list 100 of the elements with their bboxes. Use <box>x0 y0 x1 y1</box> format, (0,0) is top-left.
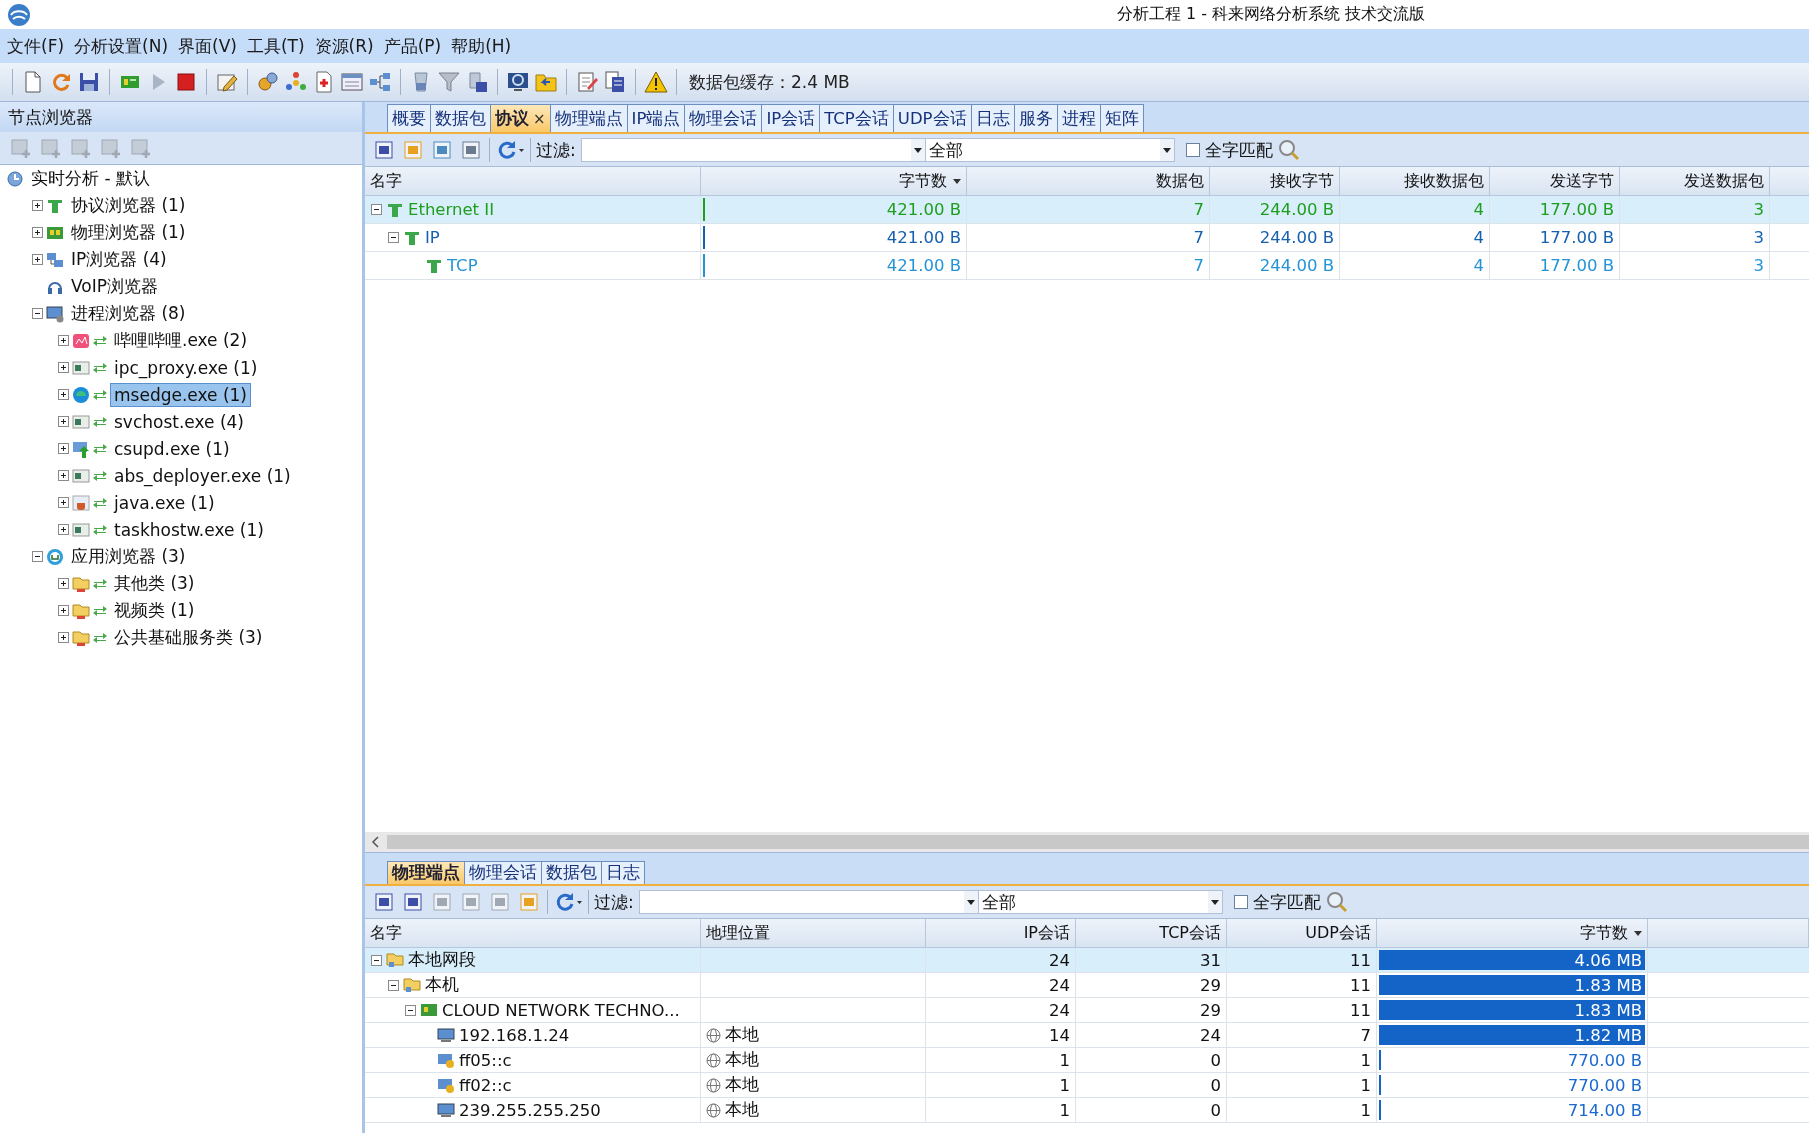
tree-item[interactable]: 公共基础服务类 (3) <box>110 624 267 651</box>
expand-icon[interactable] <box>58 416 69 427</box>
expand-icon[interactable] <box>58 389 69 400</box>
checkbox-label[interactable]: 全字匹配 <box>1204 138 1273 162</box>
table-row[interactable]: 239.255.255.250 本地 1 0 1 714.00 B <box>365 1098 1809 1123</box>
tab[interactable]: IP会话 <box>761 104 821 132</box>
scope-dropdown[interactable]: 全部 <box>924 138 1175 162</box>
tree-item[interactable]: IP浏览器 (4) <box>67 246 171 273</box>
table-row[interactable]: IP 421.00 B 7 244.00 B 4 177.00 B 3 <box>365 224 1809 252</box>
checkbox[interactable] <box>1233 895 1248 909</box>
tab[interactable]: IP端点 <box>626 104 686 132</box>
notepad-icon[interactable] <box>575 70 599 94</box>
tree-item[interactable]: 视频类 (1) <box>110 597 199 624</box>
collapse-icon[interactable] <box>371 954 382 966</box>
expand-icon[interactable] <box>58 470 69 481</box>
tree-item[interactable]: 哔哩哔哩.exe (2) <box>110 327 252 354</box>
tab[interactable]: 矩阵 <box>1099 104 1144 132</box>
tab[interactable]: 数据包 <box>430 104 491 132</box>
tab[interactable]: 日志 <box>601 861 645 884</box>
table-row[interactable]: 本地网段 24 31 11 4.06 MB <box>365 948 1809 973</box>
expand-icon[interactable] <box>58 443 69 454</box>
dropdown-icon[interactable] <box>1210 899 1219 905</box>
collapse-icon[interactable] <box>32 308 43 319</box>
window-icon[interactable] <box>340 70 364 94</box>
tab[interactable]: 物理会话 <box>684 104 763 132</box>
search-icon[interactable] <box>1325 891 1348 913</box>
documents-icon[interactable] <box>603 70 627 94</box>
tree-item[interactable]: csupd.exe (1) <box>110 436 234 461</box>
column-header[interactable]: 名字 <box>365 167 701 195</box>
column-header[interactable]: 发送数据包 <box>1620 167 1770 195</box>
tree-item[interactable]: abs_deployer.exe (1) <box>110 463 295 488</box>
checkbox-label[interactable]: 全字匹配 <box>1252 890 1321 914</box>
tab[interactable]: 协议 × <box>490 104 551 132</box>
scroll-left-icon[interactable] <box>371 836 379 848</box>
tab[interactable]: 服务 <box>1013 104 1058 132</box>
column-header[interactable]: 字节数 <box>1377 919 1648 947</box>
tab[interactable]: 进程 <box>1056 104 1101 132</box>
filter-field[interactable] <box>638 890 979 914</box>
dropdown-icon[interactable] <box>966 899 975 905</box>
menu-item[interactable]: 界面(V) <box>173 30 242 62</box>
column-header[interactable]: 字节数 <box>701 167 967 195</box>
expand-icon[interactable] <box>32 227 43 238</box>
column-header[interactable]: TCP会话 <box>1076 919 1227 947</box>
column-header[interactable]: IP会话 <box>926 919 1076 947</box>
expand-icon[interactable] <box>32 254 43 265</box>
column-header[interactable]: 名字 <box>365 919 701 947</box>
checkbox[interactable] <box>1185 143 1200 157</box>
tree-item[interactable]: svchost.exe (4) <box>110 409 248 434</box>
tab[interactable]: 数据包 <box>541 861 602 884</box>
collapse-icon[interactable] <box>371 204 382 215</box>
table-row[interactable]: ff02::c 本地 1 0 1 770.00 B <box>365 1073 1809 1098</box>
tree-item[interactable]: VoIP浏览器 <box>67 273 162 300</box>
menu-item[interactable]: 工具(T) <box>241 30 310 62</box>
tab[interactable]: TCP会话 <box>819 104 894 132</box>
tab[interactable]: 日志 <box>970 104 1015 132</box>
close-tab-button[interactable]: × <box>533 109 546 128</box>
dropdown-icon[interactable] <box>1162 147 1171 153</box>
tab[interactable]: 物理端点 <box>387 861 465 884</box>
tree-item[interactable]: ipc_proxy.exe (1) <box>110 355 262 380</box>
expand-icon[interactable] <box>58 524 69 535</box>
column-header[interactable]: UDP会话 <box>1227 919 1377 947</box>
expand-icon[interactable] <box>58 578 69 589</box>
menu-item[interactable]: 文件(F) <box>2 30 70 62</box>
expand-icon[interactable] <box>58 497 69 508</box>
expand-icon[interactable] <box>58 335 69 346</box>
column-header[interactable]: 数据包 <box>967 167 1210 195</box>
collapse-icon[interactable] <box>405 1004 416 1016</box>
column-header[interactable]: 地理位置 <box>701 919 926 947</box>
dropdown-icon[interactable] <box>913 147 922 153</box>
monitor-icon[interactable] <box>506 70 530 94</box>
tree-item[interactable]: taskhostw.exe (1) <box>110 517 268 542</box>
expand-icon[interactable] <box>32 200 43 211</box>
table-row[interactable]: CLOUD NETWORK TECHNO... 24 29 11 1.83 MB <box>365 998 1809 1023</box>
diagram-icon[interactable] <box>368 70 392 94</box>
menu-item[interactable]: 产品(P) <box>378 30 447 62</box>
tree-item[interactable]: java.exe (1) <box>110 490 219 515</box>
tree-item[interactable]: 协议浏览器 (1) <box>67 192 190 219</box>
expand-icon[interactable] <box>58 362 69 373</box>
table-row[interactable]: 192.168.1.24 本地 14 24 7 1.82 MB <box>365 1023 1809 1048</box>
collapse-icon[interactable] <box>388 232 399 243</box>
column-header[interactable]: 发送字节 <box>1490 167 1620 195</box>
tab[interactable]: 概要 <box>387 104 431 132</box>
stop-icon[interactable] <box>174 70 198 94</box>
tab[interactable]: 物理会话 <box>464 861 542 884</box>
scope-dropdown[interactable]: 全部 <box>977 890 1223 914</box>
collapse-icon[interactable] <box>388 979 399 991</box>
tab[interactable]: 物理端点 <box>549 104 628 132</box>
table-row[interactable]: 本机 24 29 11 1.83 MB <box>365 973 1809 998</box>
tree-item[interactable]: 物理浏览器 (1) <box>67 219 190 246</box>
save-icon[interactable] <box>77 70 101 94</box>
expand-icon[interactable] <box>58 632 69 643</box>
collapse-icon[interactable] <box>32 551 43 562</box>
menu-item[interactable]: 分析设置(N) <box>69 30 174 62</box>
tab[interactable]: UDP会话 <box>892 104 972 132</box>
tree-item[interactable]: 进程浏览器 (8) <box>67 300 190 327</box>
expand-icon[interactable] <box>58 605 69 616</box>
scrollbar-thumb[interactable] <box>387 835 1809 849</box>
warning-icon[interactable] <box>644 70 668 94</box>
menu-item[interactable]: 帮助(H) <box>446 30 517 62</box>
column-header[interactable]: 接收字节 <box>1210 167 1340 195</box>
